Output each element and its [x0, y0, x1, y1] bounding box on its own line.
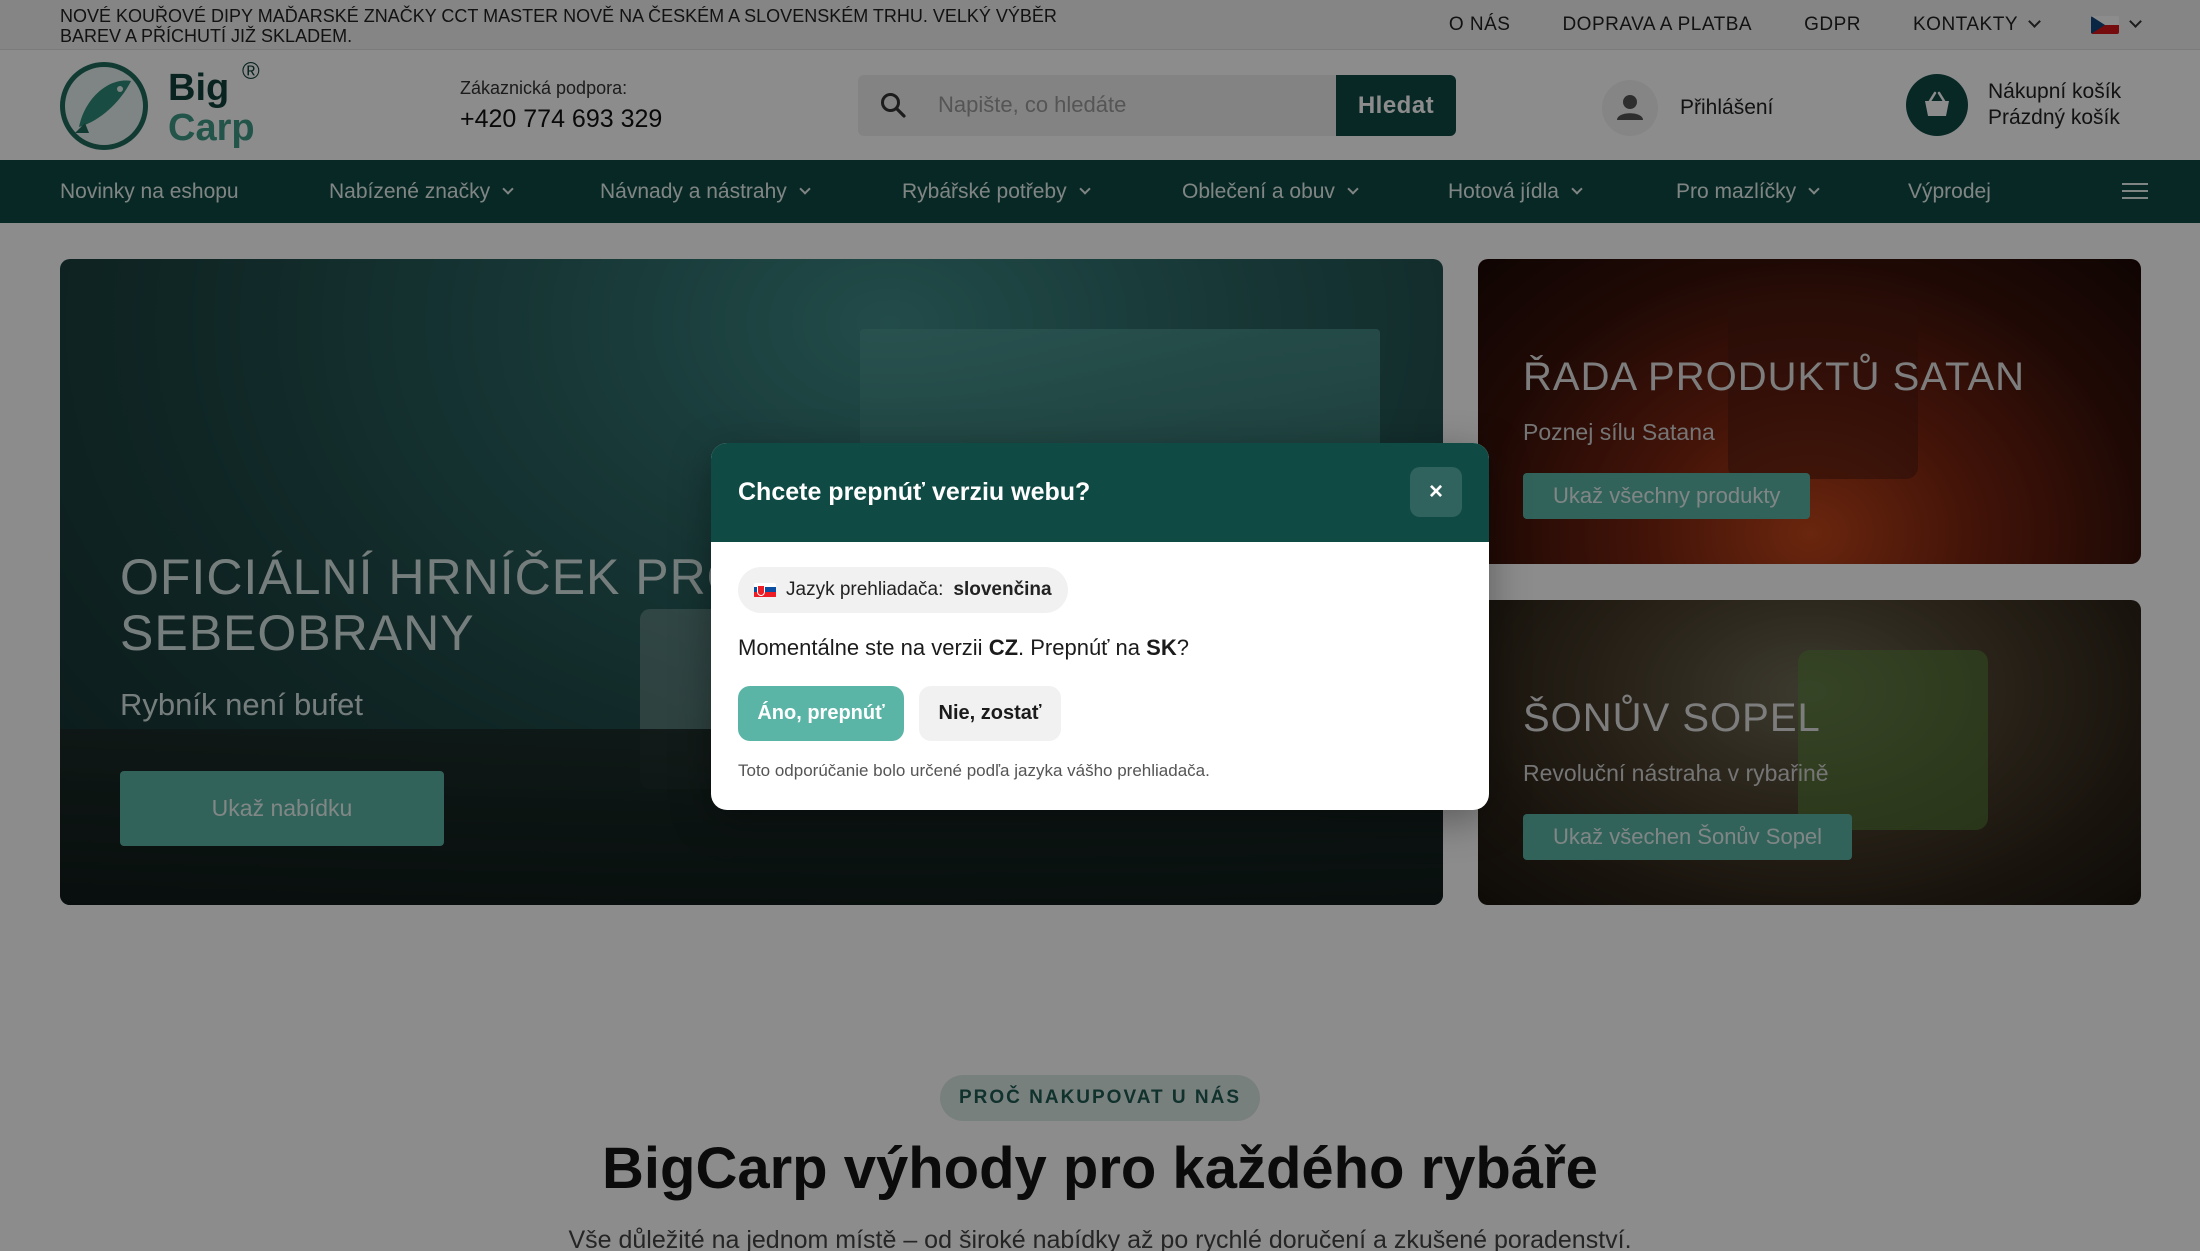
- switch-yes-button[interactable]: Áno, prepnúť: [738, 686, 904, 741]
- close-button[interactable]: ×: [1410, 467, 1462, 517]
- dialog-title: Chcete prepnúť verziu webu?: [738, 478, 1091, 506]
- dialog-note: Toto odporúčanie bolo určené podľa jazyk…: [738, 761, 1210, 780]
- version-switch-dialog: Chcete prepnúť verziu webu? × Jazyk preh…: [711, 443, 1489, 810]
- dialog-header: Chcete prepnúť verziu webu? ×: [711, 443, 1489, 542]
- browser-language-chip: Jazyk prehliadača: slovenčina: [738, 567, 1068, 613]
- stay-no-button[interactable]: Nie, zostať: [919, 686, 1061, 741]
- flag-sk-icon: [754, 582, 776, 598]
- dialog-message: Momentálne ste na verzii CZ. Prepnúť na …: [738, 635, 1189, 660]
